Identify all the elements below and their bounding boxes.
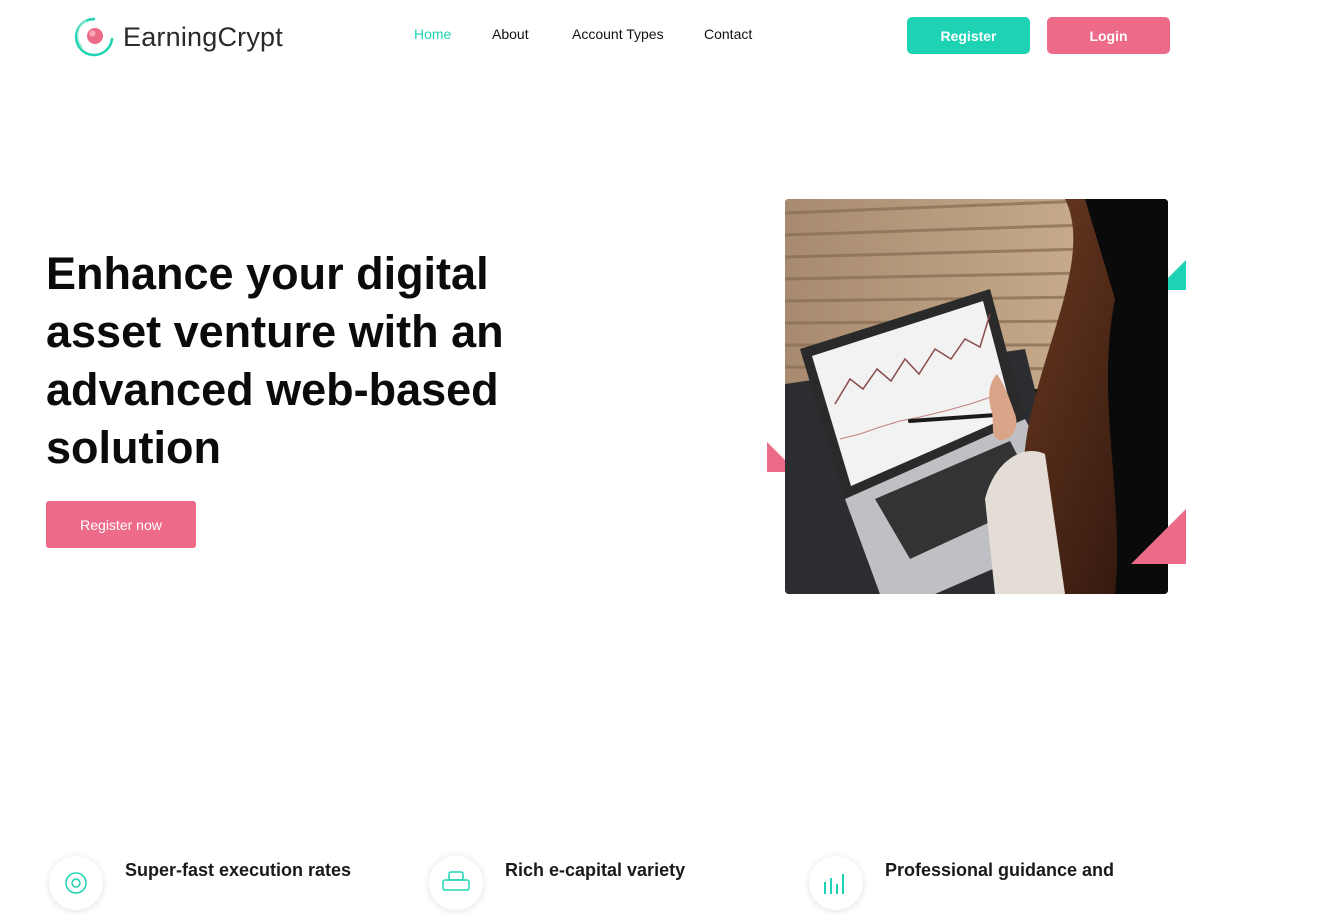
pink-large-triangle-decoration (1131, 509, 1186, 569)
nav-account-types[interactable]: Account Types (572, 26, 664, 42)
gear-icon (49, 856, 103, 910)
feature-title: Professional guidance and (885, 860, 1115, 880)
hero-image (785, 199, 1168, 594)
feature-title: Rich e-capital variety (505, 860, 686, 880)
site-header: EarningCrypt Home About Account Types Co… (0, 0, 1340, 72)
brand-name: EarningCrypt (123, 21, 283, 52)
hero-title: Enhance your digital asset venture with … (46, 248, 504, 473)
nav-contact[interactable]: Contact (704, 26, 752, 42)
register-button[interactable]: Register (907, 17, 1030, 54)
nav-home[interactable]: Home (414, 26, 451, 42)
bar-chart-icon (809, 856, 863, 910)
nav-about[interactable]: About (492, 26, 529, 42)
login-button[interactable]: Login (1047, 17, 1170, 54)
brand-logo[interactable]: EarningCrypt (72, 15, 283, 59)
logo-icon (72, 15, 116, 59)
feature-title: Super-fast execution rates (125, 860, 352, 880)
coins-icon (429, 856, 483, 910)
register-now-button[interactable]: Register now (46, 501, 196, 548)
